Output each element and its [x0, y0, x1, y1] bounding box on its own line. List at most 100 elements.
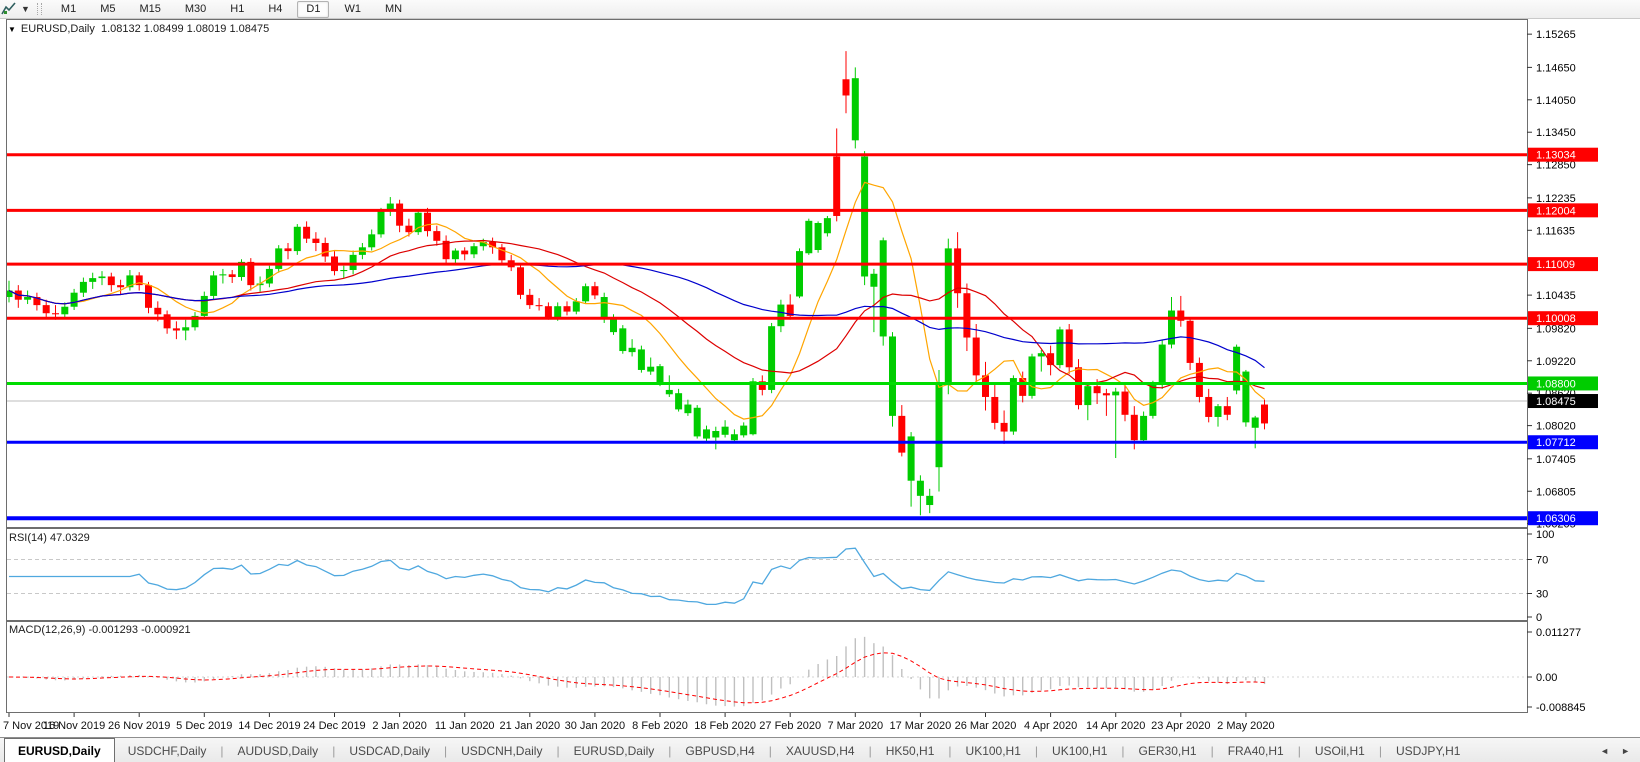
chart-tab-11-ger30-h1[interactable]: GER30,H1: [1126, 738, 1210, 762]
bull-candle: [275, 248, 282, 269]
chart-tab-12-fra40-h1[interactable]: FRA40,H1: [1215, 738, 1297, 762]
bull-candle: [219, 274, 226, 275]
bear-candle: [1122, 392, 1129, 415]
timeframe-button-m5[interactable]: M5: [91, 1, 124, 18]
date-label: 2 Jan 2020: [372, 720, 426, 732]
bull-candle: [722, 427, 729, 435]
bear-candle: [108, 276, 115, 285]
price-tick-label: 1.08020: [1536, 421, 1576, 433]
bull-candle: [71, 293, 78, 307]
bear-candle: [1196, 363, 1203, 397]
date-label: 14 Dec 2019: [238, 720, 300, 732]
bull-candle: [936, 383, 943, 467]
bull-candle: [1029, 356, 1036, 395]
bear-candle: [396, 204, 403, 226]
rsi-scale-label: 0: [1536, 612, 1542, 624]
toolbar-grip[interactable]: [37, 3, 42, 15]
bull-candle: [471, 246, 478, 254]
chart-tab-2-audusd-daily[interactable]: AUDUSD,Daily: [225, 738, 332, 762]
date-label: 5 Dec 2019: [176, 720, 232, 732]
bull-candle: [657, 366, 664, 383]
level-price-label: 1.06306: [1536, 513, 1576, 525]
rsi-scale-label: 70: [1536, 555, 1548, 567]
bear-candle: [1205, 397, 1212, 417]
symbol-dropdown-icon[interactable]: ▼: [8, 25, 16, 34]
date-label: 24 Dec 2019: [303, 720, 365, 732]
bull-candle: [619, 328, 626, 351]
chevron-down-icon[interactable]: ▼: [21, 4, 30, 14]
rsi-scale-label: 30: [1536, 589, 1548, 601]
chart-tab-5-eurusd-daily[interactable]: EURUSD,Daily: [561, 738, 668, 762]
bear-candle: [1261, 405, 1268, 424]
bear-candle: [1131, 415, 1138, 440]
bull-candle: [945, 248, 952, 383]
bull-candle: [1010, 378, 1017, 431]
chart-tab-0-eurusd-daily[interactable]: EURUSD,Daily: [4, 738, 115, 762]
date-label: 8 Feb 2020: [632, 720, 688, 732]
bear-candle: [1103, 393, 1110, 395]
date-label: 14 Apr 2020: [1086, 720, 1145, 732]
chart-tab-6-gbpusd-h4[interactable]: GBPUSD,H4: [672, 738, 767, 762]
date-label: 7 Mar 2020: [827, 720, 883, 732]
timeframe-button-d1[interactable]: D1: [297, 1, 329, 18]
bull-candle: [712, 431, 719, 437]
bear-candle: [1224, 406, 1231, 415]
bull-candle: [815, 223, 822, 250]
date-label: 23 Apr 2020: [1151, 720, 1210, 732]
bull-candle: [768, 326, 775, 390]
chart-tab-4-usdcnh-daily[interactable]: USDCNH,Daily: [448, 738, 555, 762]
bull-candle: [852, 78, 859, 140]
timeframe-button-m30[interactable]: M30: [176, 1, 215, 18]
bear-candle: [1075, 367, 1082, 405]
timeframe-button-mn[interactable]: MN: [376, 1, 411, 18]
bear-candle: [833, 157, 840, 216]
bull-candle: [1215, 406, 1222, 417]
macd-indicator-label: MACD(12,26,9) -0.001293 -0.000921: [9, 624, 191, 636]
tab-scroll-left-icon[interactable]: ◄: [1600, 746, 1609, 756]
chart-tab-10-uk100-h1[interactable]: UK100,H1: [1039, 738, 1120, 762]
bull-candle: [1149, 385, 1156, 416]
bull-candle: [694, 408, 701, 437]
tab-scroll-right-icon[interactable]: ►: [1621, 746, 1630, 756]
bear-candle: [517, 267, 524, 295]
chart-tab-7-xauusd-h4[interactable]: XAUUSD,H4: [773, 738, 868, 762]
bull-candle: [750, 381, 757, 434]
timeframe-buttons: M1 M5 M15 M30 H1 H4 D1 W1 MN: [49, 1, 414, 18]
timeframe-button-h4[interactable]: H4: [259, 1, 291, 18]
bull-candle: [647, 367, 654, 372]
timeframe-button-m15[interactable]: M15: [130, 1, 169, 18]
bear-candle: [145, 285, 152, 308]
bull-candle: [452, 251, 459, 260]
chart-background: [0, 18, 1640, 762]
bull-candle: [61, 307, 68, 315]
chart-tab-3-usdcad-daily[interactable]: USDCAD,Daily: [336, 738, 443, 762]
bull-candle: [182, 327, 189, 330]
bear-candle: [1066, 329, 1073, 367]
chart-tab-9-uk100-h1[interactable]: UK100,H1: [953, 738, 1034, 762]
bull-candle: [1252, 417, 1259, 427]
level-price-label: 1.07712: [1536, 437, 1576, 449]
bear-candle: [843, 79, 850, 95]
date-label: 4 Apr 2020: [1024, 720, 1077, 732]
chart-tab-14-usdjpy-h1[interactable]: USDJPY,H1: [1383, 738, 1473, 762]
chart-type-icon[interactable]: [0, 2, 18, 16]
chart-tab-13-usoil-h1[interactable]: USOil,H1: [1302, 738, 1378, 762]
bull-candle: [870, 274, 877, 287]
bull-candle: [368, 234, 375, 247]
bear-candle: [43, 305, 50, 313]
bear-candle: [954, 248, 961, 293]
timeframe-toolbar: ▼ M1 M5 M15 M30 H1 H4 D1 W1 MN: [0, 0, 1640, 19]
chart-tab-1-usdchf-daily[interactable]: USDCHF,Daily: [115, 738, 220, 762]
bull-candle: [80, 282, 87, 293]
date-label: 11 Jan 2020: [435, 720, 495, 732]
tab-scroll-arrows: ◄ ►: [1600, 738, 1630, 762]
date-label: 27 Feb 2020: [759, 720, 821, 732]
bull-candle: [889, 336, 896, 415]
price-tick-label: 1.09220: [1536, 356, 1576, 368]
timeframe-button-m1[interactable]: M1: [52, 1, 85, 18]
timeframe-button-h1[interactable]: H1: [221, 1, 253, 18]
chart-tab-8-hk50-h1[interactable]: HK50,H1: [873, 738, 948, 762]
bull-candle: [666, 390, 673, 394]
bull-candle: [294, 227, 301, 251]
timeframe-button-w1[interactable]: W1: [335, 1, 370, 18]
